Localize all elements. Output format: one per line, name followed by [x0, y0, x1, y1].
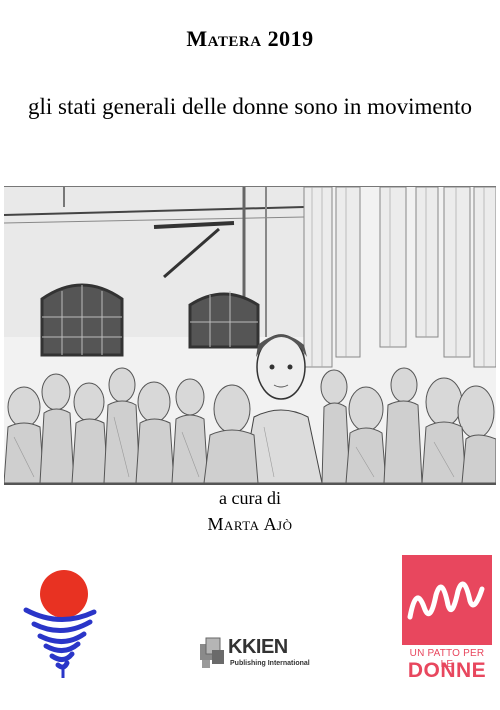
- cover-illustration: [4, 186, 496, 485]
- editor-label: a cura di: [219, 488, 281, 508]
- editor-name: Marta Ajò: [207, 514, 293, 534]
- kkien-logo: KKIEN Publishing International: [198, 634, 310, 674]
- sun-spiral-logo: [20, 566, 100, 681]
- cover-title: Matera 2019: [186, 26, 314, 51]
- kkien-brand: KKIEN: [228, 636, 288, 658]
- kkien-tagline: Publishing International: [230, 660, 310, 667]
- patto-donne-line2: DONNE: [407, 659, 487, 682]
- patto-donne-logo: UN PATTO PER LE DONNE: [402, 555, 492, 685]
- cover-subtitle: gli stati generali delle donne sono in m…: [28, 94, 472, 119]
- patto-donne-mark: [402, 555, 492, 645]
- book-cover: Matera 2019 gli stati generali delle don…: [0, 0, 500, 710]
